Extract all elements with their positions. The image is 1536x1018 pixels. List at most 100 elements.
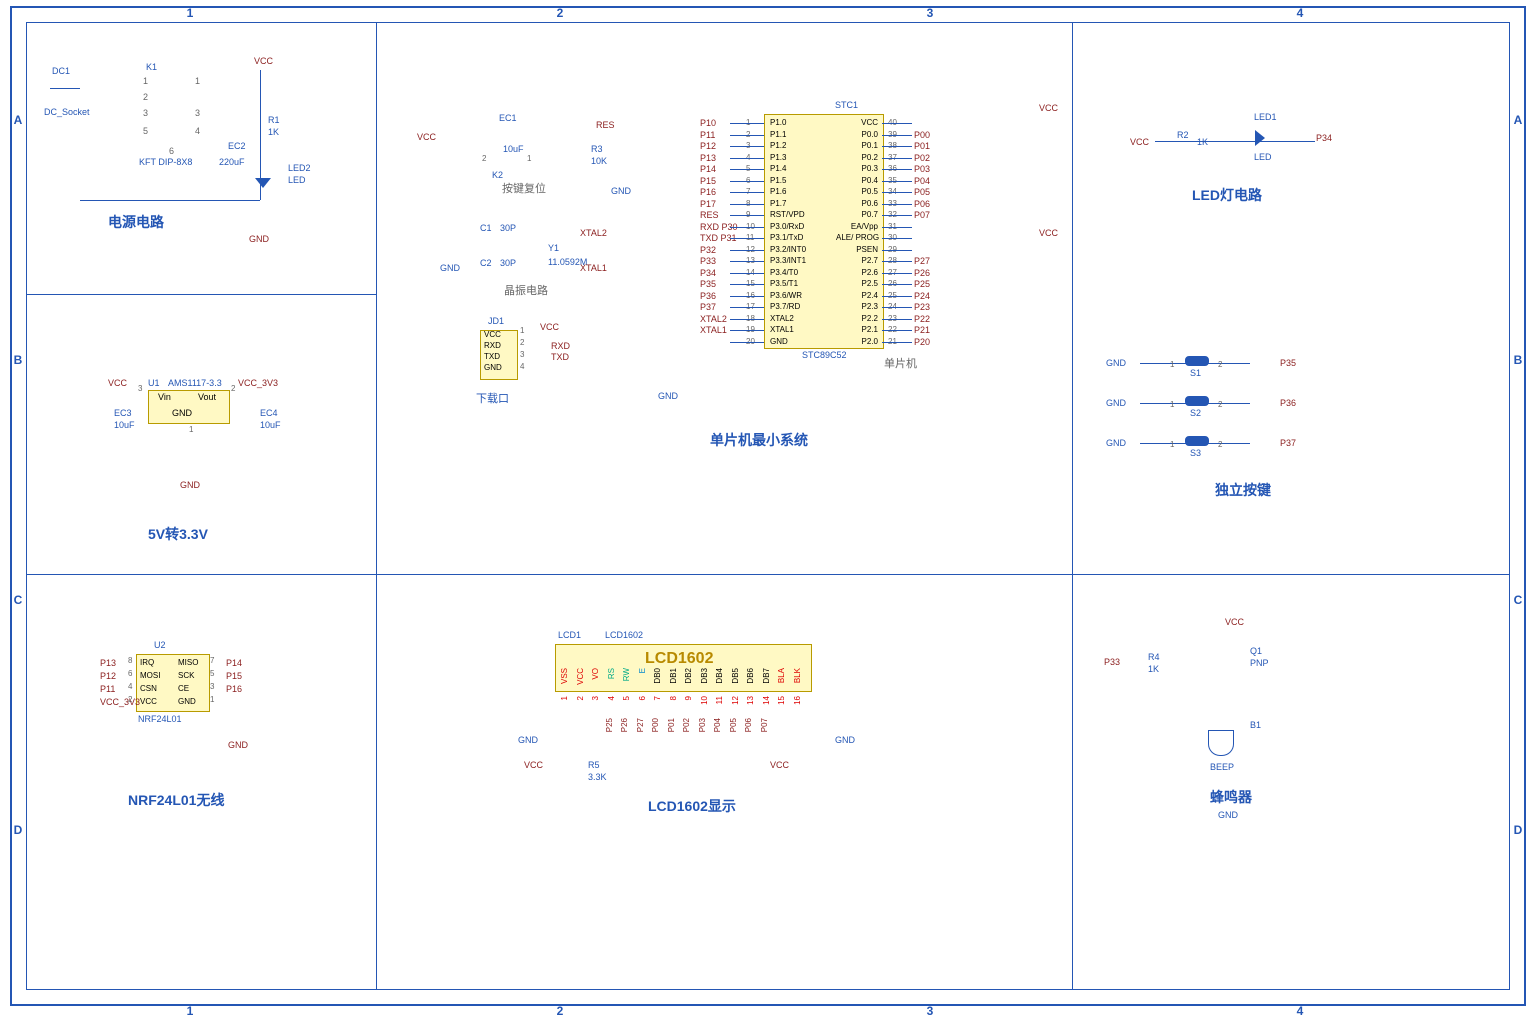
lcd-pinname-1: VCC xyxy=(576,668,585,685)
u2-rnet-1: P15 xyxy=(226,671,242,681)
lcd-pinnum-1: 2 xyxy=(576,696,585,700)
mcu-rnet-14: P25 xyxy=(914,279,930,289)
vreg-title: 5V转3.3V xyxy=(148,524,208,544)
button-icon-1 xyxy=(1185,396,1209,406)
r4-val: 1K xyxy=(1148,664,1159,674)
mcu-rname-6: P0.5 xyxy=(836,187,878,196)
led-wire xyxy=(1155,141,1315,142)
r2-val: 1K xyxy=(1197,137,1208,147)
jd-pin-gnd: GND xyxy=(484,363,502,372)
row-C-right: C xyxy=(1512,580,1524,620)
k1-type: KFT DIP-8X8 xyxy=(139,157,192,167)
lcd-pinnum-0: 1 xyxy=(560,696,569,700)
lcd-pinname-12: DB6 xyxy=(746,668,755,684)
mcu-chip-label: 单片机 xyxy=(884,355,917,371)
r5-ref: R5 xyxy=(588,760,600,770)
row-D-left: D xyxy=(12,810,24,850)
lcd-type: LCD1602 xyxy=(605,630,643,640)
mcu-lnet-12: P33 xyxy=(700,256,716,266)
k1-pin5: 5 xyxy=(143,126,148,136)
k1-pin3b: 3 xyxy=(195,108,200,118)
u1-gnd: GND xyxy=(172,408,192,418)
mcu-lname-19: GND xyxy=(770,337,788,346)
mcu-lnet-13: P34 xyxy=(700,268,716,278)
ec2-val: 220uF xyxy=(219,157,245,167)
u1-pin3: 3 xyxy=(138,384,142,393)
u2-lnet-3: VCC_3V3 xyxy=(100,697,140,707)
dc-plug-icon xyxy=(50,88,80,89)
lcd-pinname-7: DB1 xyxy=(669,668,678,684)
reset-vcc: VCC xyxy=(417,132,436,142)
power-vccwire xyxy=(260,70,261,200)
jd-pin-vcc: VCC xyxy=(484,330,501,339)
ec1-ref: EC1 xyxy=(499,113,517,123)
r1-val: 1K xyxy=(268,127,279,137)
btn-net-2: P37 xyxy=(1280,438,1296,448)
u2-rnum-1: 5 xyxy=(210,669,214,678)
u2-rpin-2: CE xyxy=(178,684,189,693)
mcu-lname-10: P3.1/TxD xyxy=(770,233,803,242)
lcd-pinnum-13: 14 xyxy=(762,696,771,705)
lcd-pinname-2: VO xyxy=(591,668,600,680)
k1-pin6: 6 xyxy=(169,146,174,156)
buz-gnd: GND xyxy=(1218,810,1238,820)
c2-val: 30P xyxy=(500,258,516,268)
lcd-net-6: P00 xyxy=(651,718,660,732)
led1-icon xyxy=(1255,130,1265,146)
ec2-ref: EC2 xyxy=(228,141,246,151)
lcd-pinname-4: RW xyxy=(622,668,631,681)
mcu-lname-7: P1.7 xyxy=(770,199,786,208)
jd-pin-rxd: RXD xyxy=(484,341,501,350)
stc1-type: STC89C52 xyxy=(802,350,847,360)
mcu-rnet-3: P02 xyxy=(914,153,930,163)
led2-ref: LED2 xyxy=(288,163,311,173)
led-vcc: VCC xyxy=(1130,137,1149,147)
button-icon-0 xyxy=(1185,356,1209,366)
mcu-lnet-15: P36 xyxy=(700,291,716,301)
btn-pin1-2: 1 xyxy=(1170,440,1174,449)
mcu-rnet-2: P01 xyxy=(914,141,930,151)
lcd-pinnum-3: 4 xyxy=(607,696,616,700)
vline1 xyxy=(376,22,377,574)
row-A-left: A xyxy=(12,100,24,140)
lcd-ref: LCD1 xyxy=(558,630,581,640)
vline3b xyxy=(1072,574,1073,990)
u1-pin1: 1 xyxy=(189,425,193,434)
lcd-net-12: P06 xyxy=(744,718,753,732)
mcu-rname-12: P2.7 xyxy=(836,256,878,265)
lcd-pinnum-12: 13 xyxy=(746,696,755,705)
mcu-lnet-1: P11 xyxy=(700,130,715,140)
jd1-ref: JD1 xyxy=(488,316,504,326)
stc1-ref: STC1 xyxy=(835,100,858,110)
mcu-lname-6: P1.6 xyxy=(770,187,786,196)
mcu-rname-13: P2.6 xyxy=(836,268,878,277)
c1-ref: C1 xyxy=(480,223,492,233)
btn-pin1-1: 1 xyxy=(1170,400,1174,409)
c2-ref: C2 xyxy=(480,258,492,268)
row-D-right: D xyxy=(1512,810,1524,850)
row-B-left: B xyxy=(12,340,24,380)
reset-title: 按键复位 xyxy=(502,180,546,196)
btn-ref-2: S3 xyxy=(1190,448,1201,458)
u2-rpin-1: SCK xyxy=(178,671,194,680)
jd-pn2: 2 xyxy=(520,338,524,347)
xtal-gnd: GND xyxy=(440,263,460,273)
lcd-pinnum-11: 12 xyxy=(731,696,740,705)
lcd-pinname-6: DB0 xyxy=(653,668,662,684)
jd-txd: TXD xyxy=(551,352,569,362)
mcu-rnet-6: P05 xyxy=(914,187,930,197)
btn-pin2-2: 2 xyxy=(1218,440,1222,449)
mcu-title: 单片机最小系统 xyxy=(710,430,808,450)
btn-pin2-1: 2 xyxy=(1218,400,1222,409)
r3-ref: R3 xyxy=(591,144,603,154)
mcu-lnet-3: P13 xyxy=(700,153,716,163)
lcd-vcc1: VCC xyxy=(524,760,543,770)
r4-ref: R4 xyxy=(1148,652,1160,662)
mcu-lnet-4: P14 xyxy=(700,164,716,174)
led1-type: LED xyxy=(1254,152,1272,162)
u2-lnum-2: 4 xyxy=(128,682,132,691)
k2-pin1: 1 xyxy=(527,154,531,163)
dc1-type: DC_Socket xyxy=(44,107,90,117)
jd-pn1: 1 xyxy=(520,326,524,335)
mcu-eavcc: VCC xyxy=(1039,228,1058,238)
